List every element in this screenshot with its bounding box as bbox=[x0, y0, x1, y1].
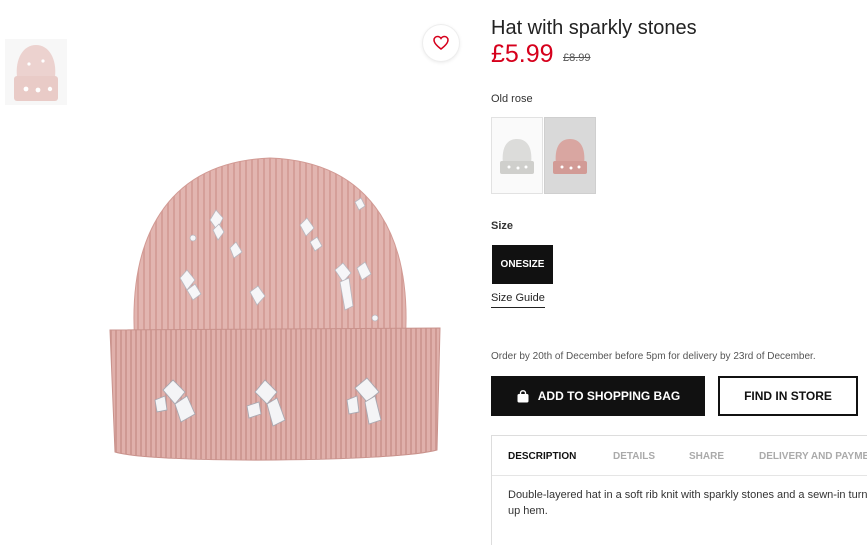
colour-swatch-old-rose[interactable] bbox=[544, 117, 596, 194]
size-guide-link[interactable]: Size Guide bbox=[491, 292, 545, 308]
grey-hat-swatch-image bbox=[500, 139, 534, 174]
product-page: Hat with sparkly stones £5.99 £8.99 Old … bbox=[0, 0, 867, 545]
thumbnail-hat-image bbox=[14, 45, 58, 101]
tabs-bar: DESCRIPTION DETAILS SHARE DELIVERY AND P… bbox=[492, 436, 867, 476]
tab-delivery-and-payment[interactable]: DELIVERY AND PAYMENT bbox=[759, 451, 867, 462]
tab-details[interactable]: DETAILS bbox=[613, 451, 655, 462]
rose-hat-swatch-image bbox=[553, 139, 587, 174]
product-old-price: £8.99 bbox=[563, 52, 591, 64]
main-product-image bbox=[95, 130, 465, 480]
hat-illustration bbox=[109, 157, 441, 461]
colour-swatch-grey[interactable] bbox=[491, 117, 543, 194]
description-line-2: up hem. bbox=[508, 505, 548, 517]
tab-share[interactable]: SHARE bbox=[689, 451, 724, 462]
find-in-store-button[interactable]: FIND IN STORE bbox=[718, 376, 858, 416]
product-title: Hat with sparkly stones bbox=[491, 17, 697, 39]
favorite-button[interactable] bbox=[423, 25, 459, 61]
selected-colour-label: Old rose bbox=[491, 93, 533, 105]
add-to-bag-button[interactable]: ADD TO SHOPPING BAG bbox=[491, 376, 705, 416]
add-to-bag-label: ADD TO SHOPPING BAG bbox=[537, 389, 681, 403]
product-thumbnail[interactable] bbox=[5, 39, 67, 105]
description-line-1: Double-layered hat in a soft rib knit wi… bbox=[508, 489, 867, 501]
shopping-bag-icon bbox=[516, 389, 530, 403]
size-label: Size bbox=[491, 220, 514, 232]
description-text: Double-layered hat in a soft rib knit wi… bbox=[508, 487, 867, 519]
heart-icon bbox=[433, 35, 449, 50]
size-option-onesize[interactable]: ONESIZE bbox=[492, 245, 553, 284]
delivery-notice: Order by 20th of December before 5pm for… bbox=[491, 351, 816, 362]
tab-description[interactable]: DESCRIPTION bbox=[508, 451, 576, 462]
product-info-tabs: DESCRIPTION DETAILS SHARE DELIVERY AND P… bbox=[491, 435, 867, 545]
product-price: £5.99 bbox=[491, 40, 554, 68]
